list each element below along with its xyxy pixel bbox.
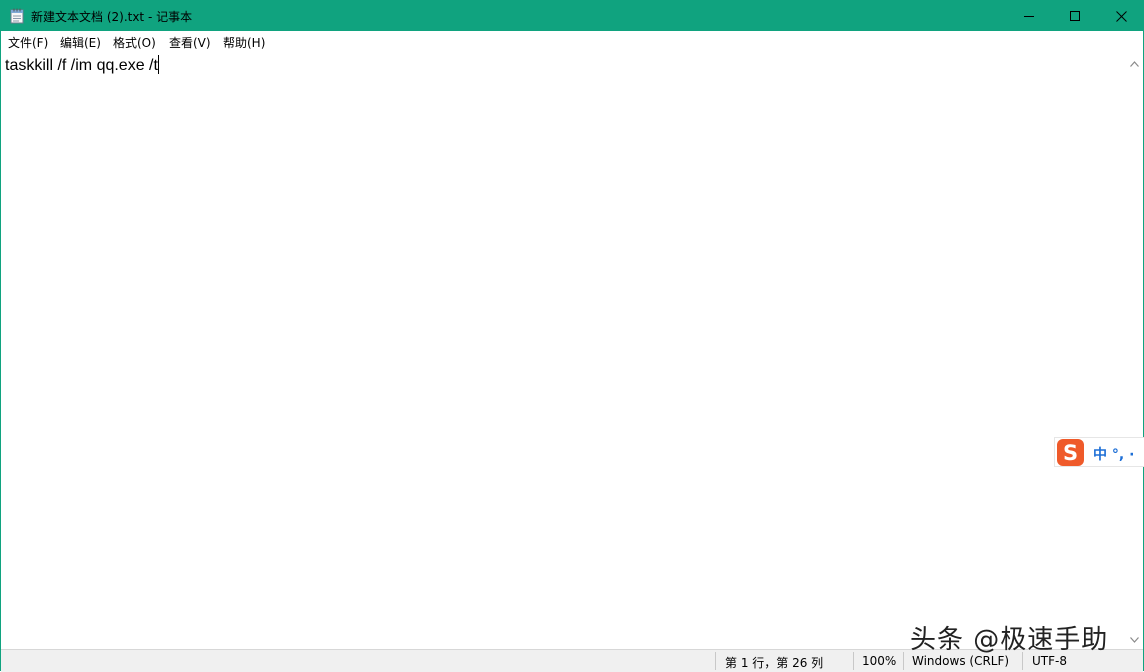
menu-edit[interactable]: 编辑(E): [60, 34, 101, 51]
status-divider: [715, 652, 716, 670]
menu-format[interactable]: 格式(O): [113, 34, 156, 51]
notepad-window: 新建文本文档 (2).txt - 记事本 文件(F) 编辑(E) 格式(O) 查…: [0, 0, 1144, 672]
editor-content: taskkill /f /im qq.exe /t: [5, 55, 159, 75]
status-cursor-position: 第 1 行，第 26 列: [725, 656, 824, 670]
scroll-down-button[interactable]: [1126, 629, 1143, 646]
vertical-scrollbar[interactable]: [1126, 51, 1143, 648]
editor-text: taskkill /f /im qq.exe /t: [5, 57, 158, 74]
text-caret: [157, 55, 159, 74]
ime-mode-text: 中 °, ·: [1093, 447, 1135, 463]
close-icon: [1115, 10, 1127, 22]
status-line-ending: Windows (CRLF): [912, 654, 1010, 668]
watermark: 头条 @极速手助: [910, 625, 1109, 655]
ime-toolbar[interactable]: S 中 °, ·: [1054, 437, 1144, 467]
scroll-up-button[interactable]: [1126, 53, 1143, 70]
sogou-logo-icon: S: [1057, 439, 1084, 466]
close-button[interactable]: [1098, 1, 1144, 31]
status-divider: [853, 652, 854, 670]
chevron-up-icon: [1130, 52, 1139, 71]
status-encoding: UTF-8: [1032, 654, 1067, 668]
minimize-icon: [1024, 11, 1034, 21]
minimize-button[interactable]: [1006, 1, 1052, 31]
maximize-button[interactable]: [1052, 1, 1098, 31]
maximize-icon: [1070, 11, 1080, 21]
chevron-down-icon: [1130, 628, 1139, 647]
menu-file[interactable]: 文件(F): [8, 34, 48, 51]
menu-help[interactable]: 帮助(H): [223, 34, 265, 51]
menu-bar: 文件(F) 编辑(E) 格式(O) 查看(V) 帮助(H): [1, 31, 1143, 51]
title-bar[interactable]: 新建文本文档 (2).txt - 记事本: [1, 1, 1143, 31]
window-title: 新建文本文档 (2).txt - 记事本: [31, 10, 193, 24]
status-zoom: 100%: [862, 654, 897, 668]
menu-view[interactable]: 查看(V): [169, 34, 211, 51]
notepad-icon: [10, 8, 24, 24]
text-editor[interactable]: taskkill /f /im qq.exe /t: [1, 51, 1126, 648]
status-divider: [903, 652, 904, 670]
